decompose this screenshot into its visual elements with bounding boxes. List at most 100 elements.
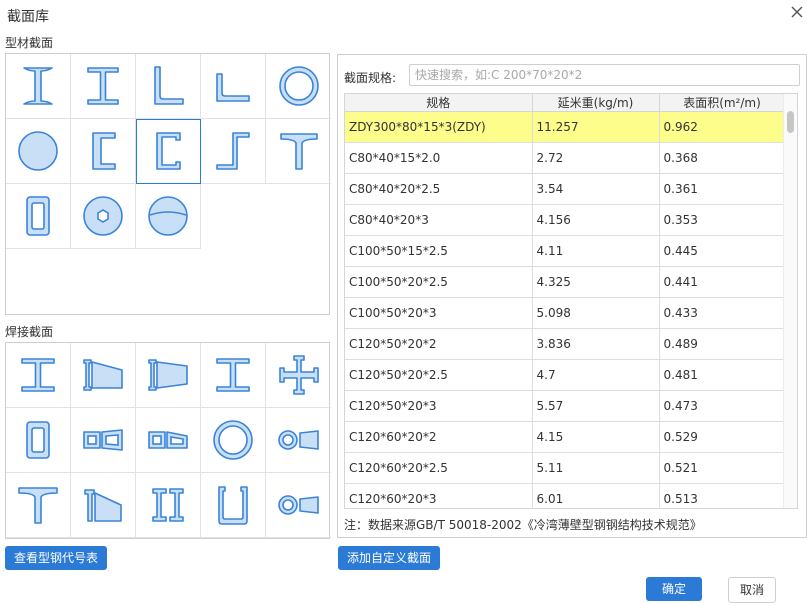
- area-cell: 0.353: [659, 204, 786, 236]
- weight-cell: 2.72: [532, 142, 660, 174]
- weight-cell: 6.01: [532, 483, 660, 508]
- weight-cell: 4.11: [532, 235, 660, 267]
- solid-round-icon[interactable]: [6, 119, 71, 184]
- ok-button[interactable]: 确定: [646, 577, 702, 601]
- tapered-tee-icon[interactable]: [71, 473, 136, 538]
- close-icon[interactable]: [789, 4, 805, 20]
- dialog-title: 截面库: [7, 9, 49, 25]
- table-row[interactable]: C120*60*20*3 6.01 0.513: [345, 483, 786, 508]
- spec-cell: C100*50*20*2.5: [345, 266, 533, 298]
- tapered-i-right-icon[interactable]: [136, 343, 201, 408]
- z-section-icon[interactable]: [201, 119, 266, 184]
- table-row[interactable]: C100*50*15*2.5 4.11 0.445: [345, 235, 786, 267]
- unequal-angle-icon[interactable]: [201, 54, 266, 119]
- table-header-row: 规格 延米重(kg/m) 表面积(m²/m): [345, 94, 786, 112]
- weight-cell: 3.54: [532, 173, 660, 205]
- column-header-weight[interactable]: 延米重(kg/m): [532, 94, 660, 112]
- section-spec-panel: 截面规格: 规格 延米重(kg/m) 表面积(m²/m) ZDY300*80*1…: [337, 54, 807, 538]
- area-cell: 0.473: [659, 390, 786, 422]
- tapered-pipe-icon[interactable]: [266, 408, 331, 473]
- weight-cell: 4.7: [532, 359, 660, 391]
- search-input[interactable]: [409, 64, 800, 86]
- area-cell: 0.361: [659, 173, 786, 205]
- area-cell: 0.513: [659, 483, 786, 508]
- tapered-i-left-icon[interactable]: [71, 343, 136, 408]
- table-row[interactable]: C120*60*20*2 4.15 0.529: [345, 421, 786, 453]
- weight-cell: 4.156: [532, 204, 660, 236]
- table-row[interactable]: C120*50*20*3 5.57 0.473: [345, 390, 786, 422]
- welded-h-icon[interactable]: [201, 343, 266, 408]
- table-row[interactable]: C120*50*20*2.5 4.7 0.481: [345, 359, 786, 391]
- tee-icon[interactable]: [266, 119, 331, 184]
- column-header-spec[interactable]: 规格: [345, 94, 533, 112]
- section-table: 规格 延米重(kg/m) 表面积(m²/m) ZDY300*80*15*3(ZD…: [344, 93, 798, 509]
- profile-section-label: 型材截面: [5, 36, 54, 50]
- vertical-scrollbar[interactable]: [783, 94, 797, 508]
- data-source-note: 注：数据来源GB/T 50018-2002《冷湾薄壁型钢钢结构技术规范》: [344, 518, 702, 532]
- weight-cell: 5.57: [532, 390, 660, 422]
- spec-cell: C80*40*20*2.5: [345, 173, 533, 205]
- add-custom-section-button[interactable]: 添加自定义截面: [338, 546, 441, 570]
- table-row[interactable]: C100*50*20*3 5.098 0.433: [345, 297, 786, 329]
- spec-cell: C120*50*20*2: [345, 328, 533, 360]
- area-cell: 0.445: [659, 235, 786, 267]
- spec-cell: C120*50*20*2.5: [345, 359, 533, 391]
- welded-section-label: 焊接截面: [5, 325, 54, 339]
- cancel-button[interactable]: 取消: [728, 577, 776, 603]
- weight-cell: 4.15: [532, 421, 660, 453]
- table-row[interactable]: C120*60*20*2.5 5.11 0.521: [345, 452, 786, 484]
- column-header-area[interactable]: 表面积(m²/m): [659, 94, 786, 112]
- tapered-pipe-2-icon[interactable]: [266, 473, 331, 538]
- double-channel-icon[interactable]: [136, 473, 201, 538]
- area-cell: 0.368: [659, 142, 786, 174]
- weight-cell: 5.11: [532, 452, 660, 484]
- weight-cell: 4.325: [532, 266, 660, 298]
- area-cell: 0.481: [659, 359, 786, 391]
- round-tube-icon[interactable]: [266, 54, 331, 119]
- spec-cell: C120*60*20*2.5: [345, 452, 533, 484]
- scrollbar-thumb[interactable]: [787, 111, 794, 133]
- table-row[interactable]: C120*50*20*2 3.836 0.489: [345, 328, 786, 360]
- rect-tube-icon[interactable]: [6, 184, 71, 249]
- split-round-icon[interactable]: [136, 184, 201, 249]
- welded-box-icon[interactable]: [6, 408, 71, 473]
- area-cell: 0.529: [659, 421, 786, 453]
- welded-section-grid: [5, 342, 331, 539]
- welded-i-icon[interactable]: [6, 343, 71, 408]
- tapered-box-icon[interactable]: [71, 408, 136, 473]
- spec-cell: C80*40*15*2.0: [345, 142, 533, 174]
- spec-cell: C120*60*20*2: [345, 421, 533, 453]
- tapered-box-2-icon[interactable]: [136, 408, 201, 473]
- welded-pipe-icon[interactable]: [201, 408, 266, 473]
- search-label: 截面规格:: [344, 71, 397, 85]
- weight-cell: 3.836: [532, 328, 660, 360]
- spec-cell: C80*40*20*3: [345, 204, 533, 236]
- table-row[interactable]: C80*40*20*2.5 3.54 0.361: [345, 173, 786, 205]
- hex-bar-icon[interactable]: [71, 184, 136, 249]
- u-section-icon[interactable]: [201, 473, 266, 538]
- table-row[interactable]: ZDY300*80*15*3(ZDY) 11.257 0.962: [345, 111, 786, 143]
- cross-section-icon[interactable]: [266, 343, 331, 408]
- table-row[interactable]: C80*40*15*2.0 2.72 0.368: [345, 142, 786, 174]
- weight-cell: 5.098: [532, 297, 660, 329]
- weight-cell: 11.257: [532, 111, 660, 143]
- view-steel-codes-button[interactable]: 查看型钢代号表: [5, 546, 108, 570]
- area-cell: 0.962: [659, 111, 786, 143]
- area-cell: 0.521: [659, 452, 786, 484]
- profile-section-grid: [5, 53, 331, 315]
- channel-icon[interactable]: [71, 119, 136, 184]
- lipped-channel-icon[interactable]: [136, 119, 201, 184]
- table-row[interactable]: C80*40*20*3 4.156 0.353: [345, 204, 786, 236]
- spec-cell: C120*50*20*3: [345, 390, 533, 422]
- h-beam-icon[interactable]: [71, 54, 136, 119]
- spec-cell: C100*50*15*2.5: [345, 235, 533, 267]
- spec-cell: C100*50*20*3: [345, 297, 533, 329]
- welded-tee-icon[interactable]: [6, 473, 71, 538]
- spec-cell: ZDY300*80*15*3(ZDY): [345, 111, 533, 143]
- area-cell: 0.433: [659, 297, 786, 329]
- i-beam-icon[interactable]: [6, 54, 71, 119]
- table-row[interactable]: C100*50*20*2.5 4.325 0.441: [345, 266, 786, 298]
- angle-icon[interactable]: [136, 54, 201, 119]
- area-cell: 0.489: [659, 328, 786, 360]
- spec-cell: C120*60*20*3: [345, 483, 533, 508]
